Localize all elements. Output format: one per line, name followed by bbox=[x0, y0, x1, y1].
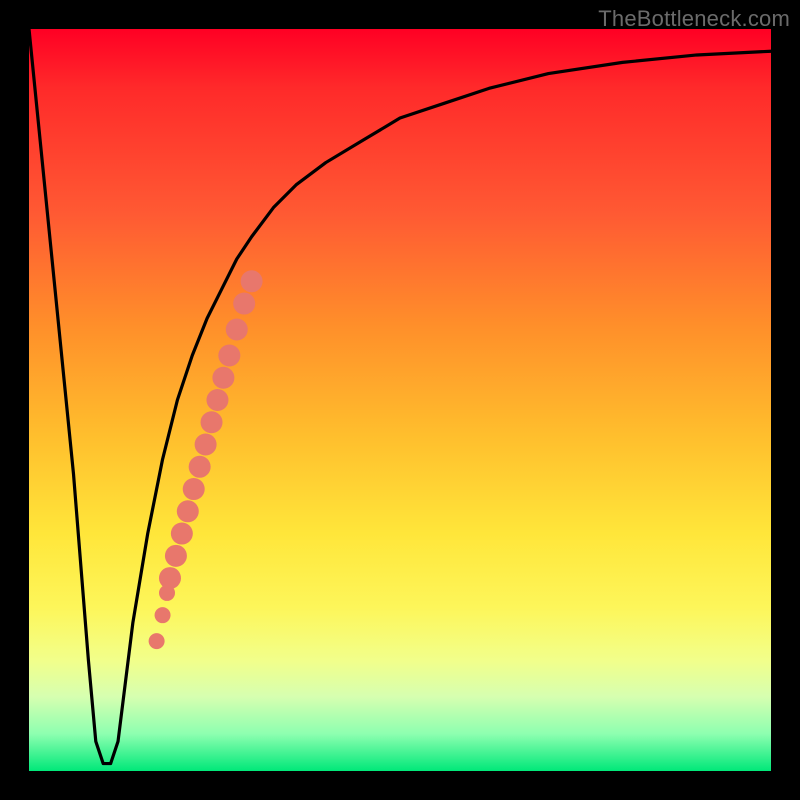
highlight-dot bbox=[165, 545, 187, 567]
highlight-dot bbox=[171, 523, 193, 545]
chart-frame: TheBottleneck.com bbox=[0, 0, 800, 800]
highlight-dot bbox=[195, 434, 217, 456]
highlight-dot bbox=[189, 456, 211, 478]
highlight-markers bbox=[149, 270, 263, 649]
highlight-dot bbox=[226, 319, 248, 341]
chart-svg bbox=[29, 29, 771, 771]
plot-area bbox=[29, 29, 771, 771]
highlight-dot bbox=[212, 367, 234, 389]
highlight-dot bbox=[241, 270, 263, 292]
highlight-dot bbox=[233, 293, 255, 315]
highlight-dot bbox=[177, 500, 199, 522]
bottleneck-curve bbox=[29, 29, 771, 764]
highlight-dot bbox=[183, 478, 205, 500]
highlight-dot bbox=[149, 633, 165, 649]
highlight-dot bbox=[206, 389, 228, 411]
watermark-text: TheBottleneck.com bbox=[598, 6, 790, 32]
highlight-dot bbox=[159, 585, 175, 601]
highlight-dot bbox=[218, 344, 240, 366]
highlight-dot bbox=[155, 607, 171, 623]
highlight-dot bbox=[201, 411, 223, 433]
